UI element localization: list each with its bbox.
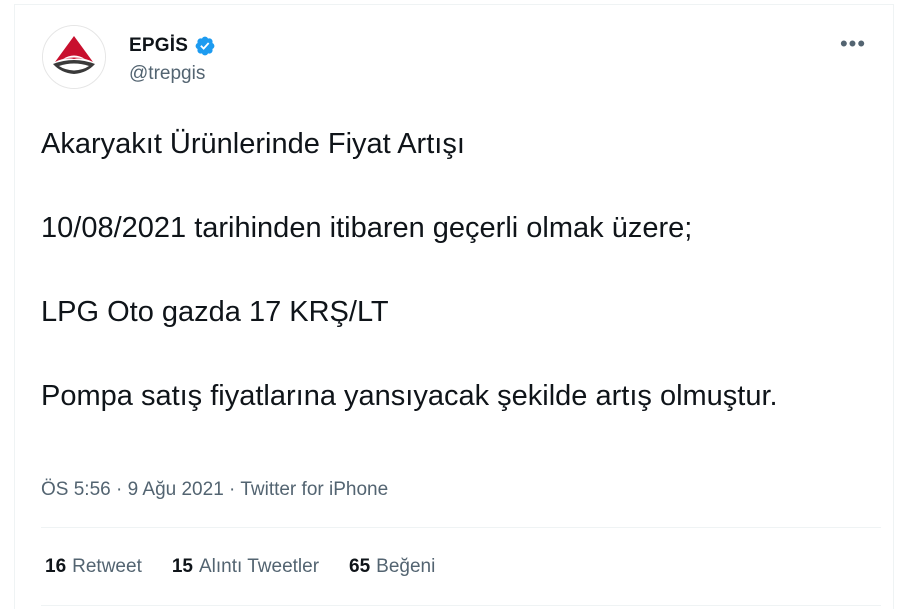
quotes-label: Alıntı Tweetler xyxy=(198,556,320,577)
display-name[interactable]: EPGİS xyxy=(129,35,188,57)
quotes-count: 15 xyxy=(171,556,193,577)
tweet-paragraph: Pompa satış fiyatlarına yansıyacak şekil… xyxy=(41,380,778,412)
more-options-button[interactable]: ••• xyxy=(835,29,871,59)
divider xyxy=(41,605,881,606)
tweet-paragraph: Akaryakıt Ürünlerinde Fiyat Artışı xyxy=(41,128,465,160)
avatar[interactable] xyxy=(42,25,106,89)
tweet-paragraph: 10/08/2021 tarihinden itibaren geçerli o… xyxy=(41,212,693,244)
tweet-time[interactable]: ÖS 5:56 xyxy=(41,479,111,500)
verified-badge-icon xyxy=(195,36,215,56)
meta-separator: · xyxy=(229,479,236,500)
retweets-label: Retweet xyxy=(72,556,142,577)
tweet-meta: ÖS 5:56 · 9 Ağu 2021 · Twitter for iPhon… xyxy=(41,479,388,501)
likes-stat[interactable]: 65 Beğeni xyxy=(349,556,435,578)
tweet-date[interactable]: 9 Ağu 2021 xyxy=(128,479,224,500)
meta-separator: · xyxy=(116,479,123,500)
tweet-stats: 16 Retweet 15 Alıntı Tweetler 65 Beğeni xyxy=(45,556,435,578)
author-name-row[interactable]: EPGİS xyxy=(129,33,216,59)
epgis-logo-icon xyxy=(43,26,105,88)
tweet-text: Akaryakıt Ürünlerinde Fiyat Artışı 10/08… xyxy=(41,123,841,417)
tweet-paragraph: LPG Oto gazda 17 KRŞ/LT xyxy=(41,296,389,328)
likes-count: 65 xyxy=(349,556,371,577)
author-handle[interactable]: @trepgis xyxy=(129,63,205,85)
retweets-stat[interactable]: 16 Retweet xyxy=(45,556,142,578)
retweets-count: 16 xyxy=(45,556,67,577)
divider xyxy=(41,527,881,528)
quotes-stat[interactable]: 15 Alıntı Tweetler xyxy=(172,556,319,578)
more-horizontal-icon: ••• xyxy=(839,31,867,56)
tweet-source[interactable]: Twitter for iPhone xyxy=(240,479,388,500)
likes-label: Beğeni xyxy=(376,556,436,577)
tweet-card[interactable]: EPGİS @trepgis ••• Akaryakıt Ürünlerinde… xyxy=(14,4,894,609)
